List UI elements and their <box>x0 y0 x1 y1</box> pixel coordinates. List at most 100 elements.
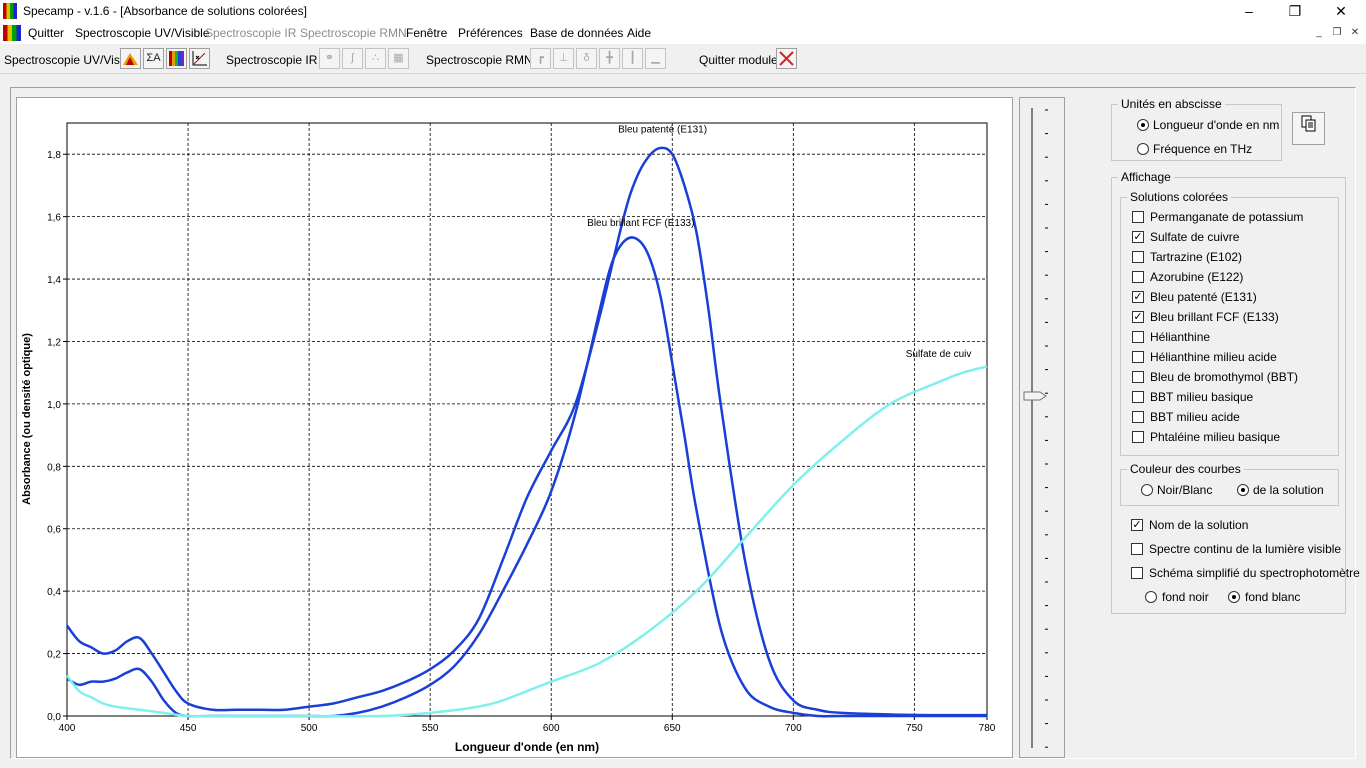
curve-solution-label[interactable]: de la solution <box>1253 483 1324 497</box>
slider-thumb[interactable] <box>1023 391 1047 401</box>
bg-white-radio[interactable] <box>1228 591 1240 603</box>
x-tick-label: 400 <box>59 723 76 734</box>
menu-spectro-uv[interactable]: Spectroscopie UV/Visible <box>75 26 210 40</box>
mdi-minimize-button[interactable]: _ <box>1312 26 1326 40</box>
opt-schema-checkbox[interactable] <box>1131 567 1143 579</box>
menu-quitter[interactable]: Quitter <box>28 26 64 40</box>
y-tick-label: 0,2 <box>47 650 61 661</box>
solution-checkbox[interactable]: ✓ <box>1132 291 1144 303</box>
bg-white-label[interactable]: fond blanc <box>1245 590 1300 604</box>
solution-label[interactable]: Phtaléine milieu basique <box>1150 430 1280 444</box>
solution-checkbox[interactable]: ✓ <box>1132 311 1144 323</box>
copy-button[interactable] <box>1292 112 1325 145</box>
rainbow-icon <box>169 51 184 66</box>
unit-frequency-radio[interactable] <box>1137 143 1149 155</box>
rmn-button-5[interactable]: ┃ <box>622 48 643 69</box>
menu-preferences[interactable]: Préférences <box>458 26 523 40</box>
solution-checkbox[interactable] <box>1132 271 1144 283</box>
bg-black-radio[interactable] <box>1145 591 1157 603</box>
visible-spectrum-button[interactable] <box>166 48 187 69</box>
absorbance-chart[interactable]: 400 450 500 550 600 650 700 750 780 0,0 0,2 0,4 0,6 0… <box>17 98 1012 757</box>
solution-label[interactable]: Sulfate de cuivre <box>1150 230 1239 244</box>
bg-black-label[interactable]: fond noir <box>1162 590 1209 604</box>
uv-spectrum-button[interactable] <box>120 48 141 69</box>
curve-solution-radio[interactable] <box>1237 484 1249 496</box>
y-tick-label: 0,0 <box>47 712 61 723</box>
y-tick-label: 0,6 <box>47 525 61 536</box>
x-tick-label: 780 <box>979 723 996 734</box>
quit-module-label: Quitter module : <box>699 53 785 67</box>
ir-button-4[interactable]: ▦ <box>388 48 409 69</box>
menu-spectro-ir[interactable]: Spectroscopie IR <box>205 26 296 40</box>
solution-checkbox[interactable] <box>1132 251 1144 263</box>
curve-bw-label[interactable]: Noir/Blanc <box>1157 483 1212 497</box>
menu-fenetre[interactable]: Fenêtre <box>406 26 447 40</box>
solution-label[interactable]: Hélianthine <box>1150 330 1210 344</box>
solution-label[interactable]: Bleu brillant FCF (E133) <box>1150 310 1279 324</box>
close-button[interactable]: ✕ <box>1318 0 1364 22</box>
solution-label[interactable]: Tartrazine (E102) <box>1150 250 1242 264</box>
mdi-restore-button[interactable]: ❐ <box>1330 26 1344 40</box>
x-tick-label: 450 <box>180 723 197 734</box>
solution-label[interactable]: Azorubine (E122) <box>1150 270 1243 284</box>
slider-ticks <box>1045 109 1048 748</box>
sum-absorbance-button[interactable]: ΣA <box>143 48 164 69</box>
vertical-slider[interactable] <box>1020 98 1064 757</box>
solution-label[interactable]: Hélianthine milieu acide <box>1150 350 1277 364</box>
calibration-icon <box>192 51 207 66</box>
unit-frequency-label[interactable]: Fréquence en THz <box>1153 142 1252 156</box>
solution-checkbox[interactable] <box>1132 371 1144 383</box>
mdi-child-icon[interactable] <box>3 25 21 41</box>
rmn-toolbar-label: Spectroscopie RMN : <box>426 53 540 67</box>
unit-wavelength-label[interactable]: Longueur d'onde en nm <box>1153 118 1279 132</box>
opt-name-checkbox[interactable]: ✓ <box>1131 519 1143 531</box>
rmn-button-6[interactable]: ▁ <box>645 48 666 69</box>
solution-label[interactable]: Bleu patenté (E131) <box>1150 290 1257 304</box>
opt-name-label[interactable]: Nom de la solution <box>1149 518 1248 532</box>
solution-label[interactable]: BBT milieu basique <box>1150 390 1253 404</box>
opt-spectrum-label[interactable]: Spectre continu de la lumière visible <box>1149 542 1341 556</box>
display-group-title: Affichage <box>1118 170 1174 184</box>
app-icon <box>3 3 17 19</box>
units-group: Unités en abscisse Longueur d'onde en nm… <box>1111 97 1282 161</box>
menu-base-donnees[interactable]: Base de données <box>530 26 623 40</box>
y-tick-label: 1,8 <box>47 150 61 161</box>
minimize-button[interactable]: – <box>1226 0 1272 22</box>
x-tick-label: 700 <box>785 723 802 734</box>
solution-label[interactable]: Permanganate de potassium <box>1150 210 1303 224</box>
ir-button-3[interactable]: ∴ <box>365 48 386 69</box>
solution-checkbox[interactable] <box>1132 431 1144 443</box>
rmn-button-2[interactable]: ⊥ <box>553 48 574 69</box>
solution-checkbox[interactable] <box>1132 411 1144 423</box>
ir-button-2[interactable]: ∫ <box>342 48 363 69</box>
rmn-button-3[interactable]: δ <box>576 48 597 69</box>
mountain-icon <box>123 53 138 65</box>
solution-checkbox[interactable] <box>1132 351 1144 363</box>
quit-module-button[interactable] <box>776 48 797 69</box>
window-title: Specamp - v.1.6 - [Absorbance de solutio… <box>23 4 307 18</box>
solution-checkbox[interactable] <box>1132 391 1144 403</box>
menu-spectro-rmn[interactable]: Spectroscopie RMN <box>300 26 407 40</box>
opt-spectrum-checkbox[interactable] <box>1131 543 1143 555</box>
series-annotation: Sulfate de cuiv <box>906 349 972 360</box>
solution-checkbox[interactable] <box>1132 211 1144 223</box>
solution-checkbox[interactable]: ✓ <box>1132 231 1144 243</box>
curve-bw-radio[interactable] <box>1141 484 1153 496</box>
rmn-button-4[interactable]: ╋ <box>599 48 620 69</box>
solutions-group-title: Solutions colorées <box>1127 190 1232 204</box>
solution-checkbox[interactable] <box>1132 331 1144 343</box>
menu-aide[interactable]: Aide <box>627 26 651 40</box>
mdi-close-button[interactable]: ✕ <box>1348 26 1362 40</box>
opt-schema-label[interactable]: Schéma simplifié du spectrophotomètre <box>1149 566 1360 580</box>
solution-label[interactable]: BBT milieu acide <box>1150 410 1240 424</box>
calibration-button[interactable] <box>189 48 210 69</box>
solutions-group: Solutions colorées Permanganate de potas… <box>1120 190 1339 456</box>
rmn-button-1[interactable]: ┏ <box>530 48 551 69</box>
ir-button-1[interactable]: ⚭ <box>319 48 340 69</box>
rmn-multiplet-icon: ╋ <box>606 52 613 64</box>
solution-label[interactable]: Bleu de bromothymol (BBT) <box>1150 370 1298 384</box>
restore-button[interactable]: ❐ <box>1272 0 1318 22</box>
y-tick-label: 1,4 <box>47 275 61 286</box>
unit-wavelength-radio[interactable] <box>1137 119 1149 131</box>
red-x-icon <box>779 51 794 66</box>
